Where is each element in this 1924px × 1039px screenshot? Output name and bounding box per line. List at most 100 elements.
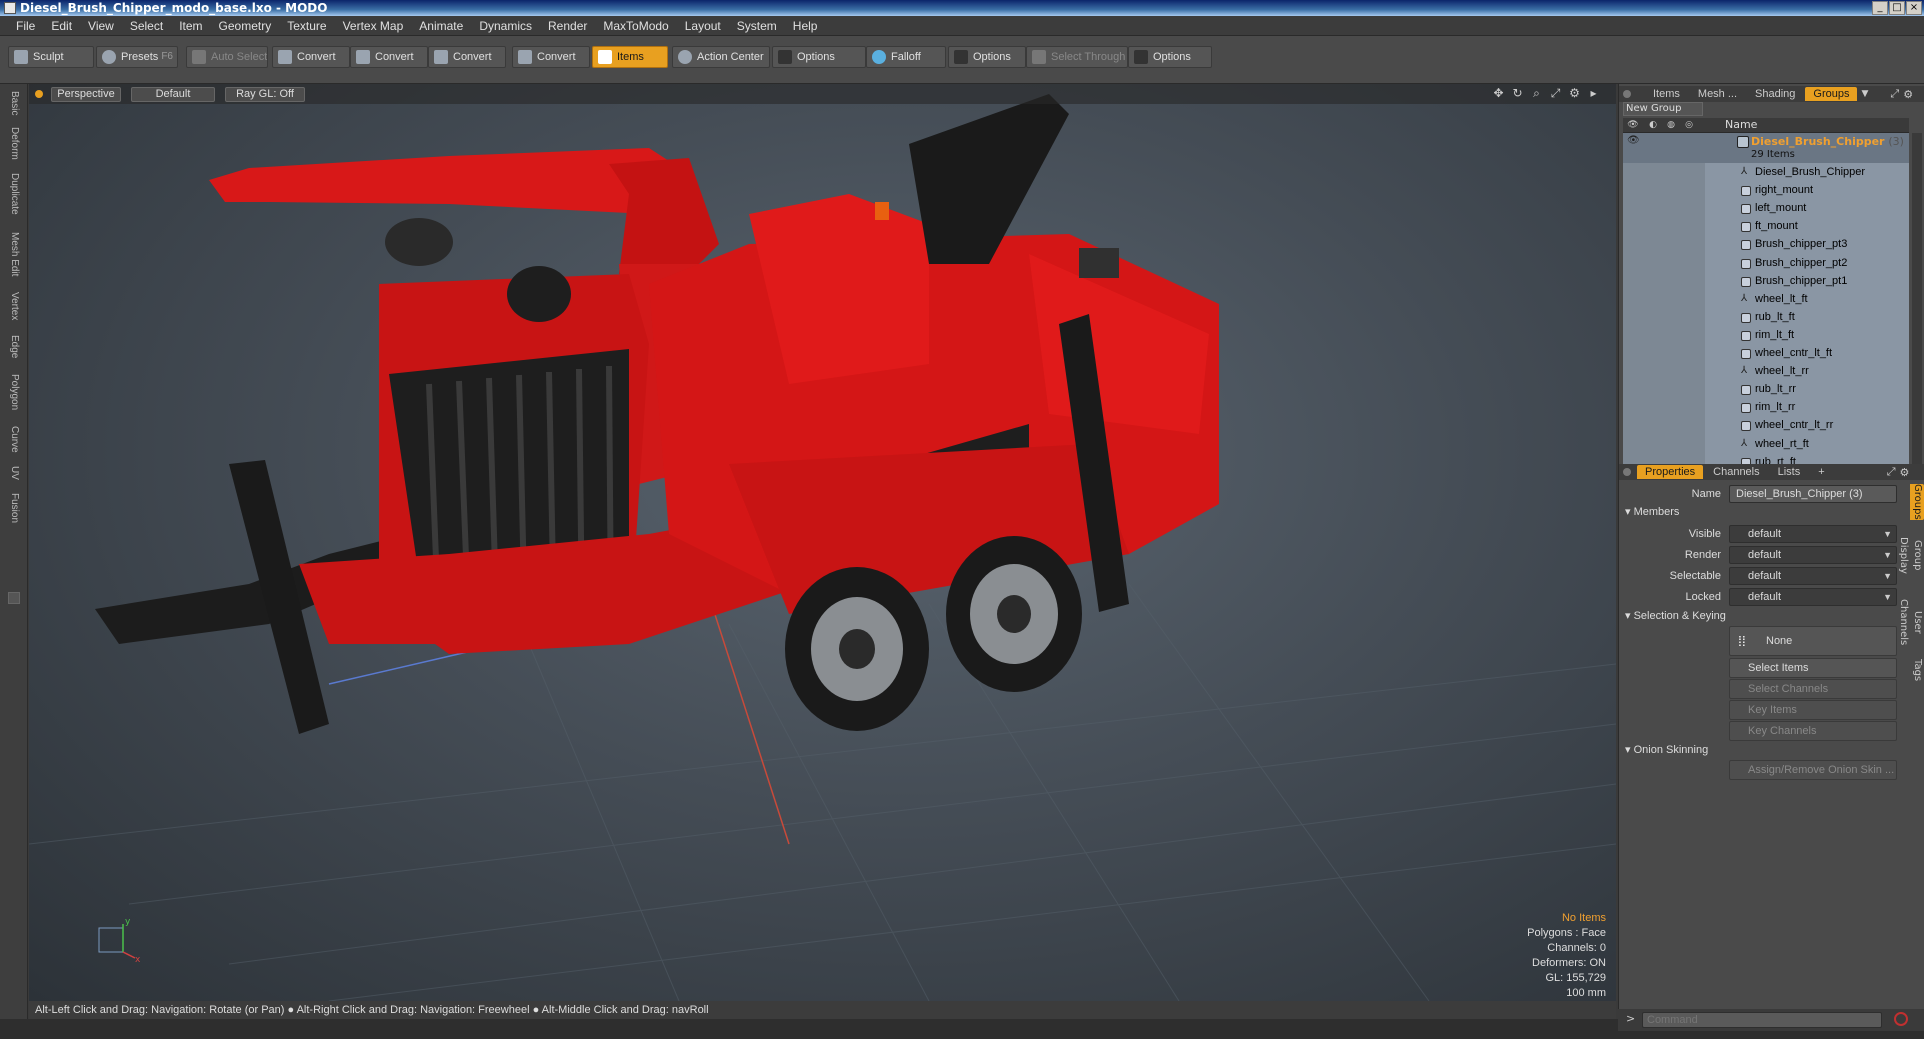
fit-icon[interactable]: ⤢	[1549, 87, 1562, 100]
raygl-toggle[interactable]: Ray GL: Off	[225, 86, 305, 102]
props-expand-icon[interactable]: ⤢	[1887, 465, 1896, 479]
menu-texture[interactable]: Texture	[279, 19, 334, 33]
tab-deform[interactable]: Deform	[5, 122, 23, 164]
menu-view[interactable]: View	[80, 19, 122, 33]
presets-button[interactable]: Presets F6	[96, 46, 178, 68]
menu-edit[interactable]: Edit	[43, 19, 80, 33]
tab-lists[interactable]: Lists	[1770, 465, 1809, 479]
tab-edge[interactable]: Edge	[5, 330, 23, 364]
group-name-field[interactable]: Diesel_Brush_Chipper (3)	[1729, 485, 1897, 503]
assign-onion-skin-button[interactable]: Assign/Remove Onion Skin ...	[1729, 760, 1897, 780]
tree-item-row[interactable]: left_mount	[1623, 200, 1909, 218]
none-button[interactable]: ⁞⁞ None	[1729, 626, 1897, 656]
panel-settings-icon[interactable]: ⚙	[1903, 88, 1913, 101]
props-menu-icon[interactable]	[1623, 468, 1631, 476]
tab-add[interactable]: +	[1810, 465, 1832, 479]
render-dropdown[interactable]: default ▼	[1729, 546, 1897, 564]
props-settings-icon[interactable]: ⚙	[1900, 466, 1910, 479]
convert-button-1[interactable]: Convert	[272, 46, 350, 68]
menu-help[interactable]: Help	[785, 19, 826, 33]
strip-toggle-icon[interactable]	[8, 592, 20, 604]
menu-animate[interactable]: Animate	[411, 19, 471, 33]
minimize-button[interactable]: _	[1872, 1, 1888, 15]
maximize-button[interactable]: □	[1889, 1, 1905, 15]
group-row-diesel-brush-chipper[interactable]: 👁 Diesel_Brush_Chipper (3) 29 Items	[1623, 133, 1909, 163]
pan-icon[interactable]: ✥	[1492, 87, 1505, 100]
tab-items[interactable]: Items	[1645, 87, 1688, 101]
members-section[interactable]: ▾ Members	[1625, 505, 1679, 518]
menu-select[interactable]: Select	[122, 19, 171, 33]
tree-item-row[interactable]: ⅄ wheel_lt_rr	[1623, 363, 1909, 381]
tab-mesh[interactable]: Mesh ...	[1690, 87, 1745, 101]
menu-system[interactable]: System	[729, 19, 785, 33]
side-tab-group-display[interactable]: Group Display	[1898, 524, 1924, 586]
brush-chipper-model[interactable]	[95, 94, 1219, 734]
side-tab-groups[interactable]: Groups	[1910, 484, 1924, 520]
panel-menu-icon[interactable]	[1623, 90, 1631, 98]
select-items-button[interactable]: Select Items	[1729, 658, 1897, 678]
falloff-options-button[interactable]: Options	[948, 46, 1026, 68]
tab-fusion[interactable]: Fusion	[5, 488, 23, 528]
tab-uv[interactable]: UV	[5, 462, 23, 484]
sculpt-button[interactable]: Sculpt	[8, 46, 94, 68]
3d-viewport[interactable]: Perspective Default Ray GL: Off ✥ ↻ ⌕ ⤢ …	[29, 84, 1616, 1001]
tab-vertex[interactable]: Vertex	[5, 286, 23, 326]
record-icon[interactable]	[1894, 1012, 1908, 1026]
convert-button-3[interactable]: Convert	[428, 46, 506, 68]
tree-item-row[interactable]: ⅄ wheel_lt_ft	[1623, 291, 1909, 309]
command-input[interactable]	[1642, 1012, 1882, 1028]
onion-skinning-section[interactable]: ▾ Onion Skinning	[1625, 743, 1708, 756]
tree-item-row[interactable]: ⅄ wheel_rt_ft	[1623, 436, 1909, 454]
convert-button-2[interactable]: Convert	[350, 46, 428, 68]
tree-item-row[interactable]: Brush_chipper_pt2	[1623, 255, 1909, 273]
tab-duplicate[interactable]: Duplicate	[5, 166, 23, 222]
menu-item[interactable]: Item	[171, 19, 210, 33]
convert-button-4[interactable]: Convert	[512, 46, 590, 68]
selectable-dropdown[interactable]: default ▼	[1729, 567, 1897, 585]
tab-curve[interactable]: Curve	[5, 420, 23, 458]
select-through-options-button[interactable]: Options	[1128, 46, 1212, 68]
falloff-button[interactable]: Falloff	[866, 46, 946, 68]
viewport-menu-icon[interactable]	[35, 90, 43, 98]
new-group-button[interactable]: New Group	[1623, 102, 1703, 116]
viewport-settings-icon[interactable]: ⚙	[1568, 87, 1581, 100]
locked-dropdown[interactable]: default ▼	[1729, 588, 1897, 606]
menu-layout[interactable]: Layout	[677, 19, 729, 33]
shading-dropdown[interactable]: Default	[131, 86, 215, 102]
select-channels-button[interactable]: Select Channels	[1729, 679, 1897, 699]
tab-mesh-edit[interactable]: Mesh Edit	[5, 226, 23, 282]
side-tab-tags[interactable]: Tags	[1910, 658, 1924, 682]
tree-item-row[interactable]: rub_lt_ft	[1623, 309, 1909, 327]
tree-item-row[interactable]: wheel_cntr_lt_rr	[1623, 417, 1909, 435]
expand-arrow-icon[interactable]: ▸	[1587, 87, 1600, 100]
tab-properties[interactable]: Properties	[1637, 465, 1704, 479]
tree-item-row[interactable]: ft_mount	[1623, 218, 1909, 236]
tab-basic[interactable]: Basic	[5, 86, 23, 120]
tab-groups[interactable]: Groups	[1805, 87, 1858, 101]
tab-channels[interactable]: Channels	[1705, 465, 1767, 479]
menu-geometry[interactable]: Geometry	[211, 19, 280, 33]
group-visibility-icon[interactable]: 👁	[1627, 135, 1640, 146]
selection-keying-section[interactable]: ▾ Selection & Keying	[1625, 609, 1726, 622]
items-mode-button[interactable]: Items	[592, 46, 668, 68]
side-tab-user-channels[interactable]: User Channels	[1898, 590, 1924, 654]
auto-select-button[interactable]: Auto Select	[186, 46, 268, 68]
tree-item-row[interactable]: rim_lt_ft	[1623, 327, 1909, 345]
tree-item-row[interactable]: wheel_cntr_lt_ft	[1623, 345, 1909, 363]
action-center-options-button[interactable]: Options	[772, 46, 866, 68]
tree-item-row[interactable]: Brush_chipper_pt3	[1623, 236, 1909, 254]
tree-item-row[interactable]: Brush_chipper_pt1	[1623, 273, 1909, 291]
tabs-overflow-icon[interactable]: ▼	[1861, 89, 1868, 99]
panel-expand-icon[interactable]: ⤢	[1890, 87, 1899, 101]
menu-render[interactable]: Render	[540, 19, 595, 33]
menu-maxtomodo[interactable]: MaxToModo	[595, 19, 676, 33]
rotate-icon[interactable]: ↻	[1511, 87, 1524, 100]
tree-scrollbar[interactable]	[1912, 133, 1922, 503]
close-button[interactable]: ×	[1906, 1, 1922, 15]
tree-item-row[interactable]: rim_lt_rr	[1623, 399, 1909, 417]
visible-dropdown[interactable]: default ▼	[1729, 525, 1897, 543]
menu-file[interactable]: File	[8, 19, 43, 33]
tree-item-row[interactable]: right_mount	[1623, 182, 1909, 200]
key-channels-button[interactable]: Key Channels	[1729, 721, 1897, 741]
menu-vertex-map[interactable]: Vertex Map	[335, 19, 412, 33]
